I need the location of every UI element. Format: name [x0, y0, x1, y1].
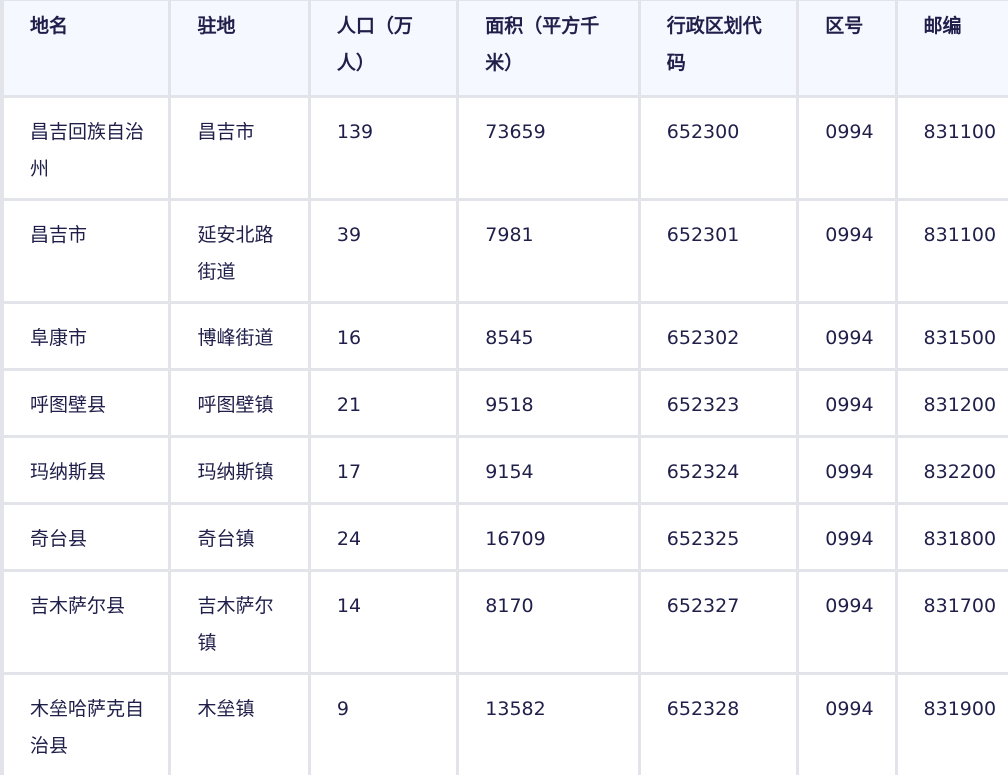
data-table: 地名 驻地 人口（万人） 面积（平方千米） 行政区划代码 区号 邮编 昌吉回族自… [1, 0, 1008, 775]
cell-area-code: 0994 [799, 304, 895, 368]
cell-place-name: 玛纳斯县 [4, 438, 169, 502]
cell-place-name: 昌吉回族自治州 [4, 98, 169, 198]
table-row: 阜康市 博峰街道 16 8545 652302 0994 831500 [4, 304, 1008, 368]
cell-division-code: 652301 [640, 201, 797, 301]
header-population: 人口（万人） [310, 1, 457, 95]
table-row: 木垒哈萨克自治县 木垒镇 9 13582 652328 0994 831900 [4, 675, 1008, 775]
table-row: 玛纳斯县 玛纳斯镇 17 9154 652324 0994 832200 [4, 438, 1008, 502]
cell-place-name: 阜康市 [4, 304, 169, 368]
cell-population: 139 [310, 98, 457, 198]
cell-area: 9154 [459, 438, 638, 502]
header-division-code: 行政区划代码 [640, 1, 797, 95]
cell-area-code: 0994 [799, 98, 895, 198]
cell-division-code: 652328 [640, 675, 797, 775]
cell-postcode: 832200 [897, 438, 1008, 502]
cell-postcode: 831700 [897, 572, 1008, 672]
cell-population: 17 [310, 438, 457, 502]
cell-division-code: 652325 [640, 505, 797, 569]
cell-seat: 博峰街道 [171, 304, 308, 368]
header-row: 地名 驻地 人口（万人） 面积（平方千米） 行政区划代码 区号 邮编 [4, 1, 1008, 95]
cell-place-name: 奇台县 [4, 505, 169, 569]
cell-area: 16709 [459, 505, 638, 569]
cell-population: 16 [310, 304, 457, 368]
cell-area: 7981 [459, 201, 638, 301]
cell-place-name: 吉木萨尔县 [4, 572, 169, 672]
table-row: 昌吉市 延安北路街道 39 7981 652301 0994 831100 [4, 201, 1008, 301]
cell-area-code: 0994 [799, 505, 895, 569]
table-row: 昌吉回族自治州 昌吉市 139 73659 652300 0994 831100 [4, 98, 1008, 198]
cell-postcode: 831100 [897, 201, 1008, 301]
cell-division-code: 652302 [640, 304, 797, 368]
cell-area-code: 0994 [799, 675, 895, 775]
table-header: 地名 驻地 人口（万人） 面积（平方千米） 行政区划代码 区号 邮编 [4, 1, 1008, 95]
cell-seat: 呼图壁镇 [171, 371, 308, 435]
cell-division-code: 652300 [640, 98, 797, 198]
cell-population: 9 [310, 675, 457, 775]
cell-seat: 玛纳斯镇 [171, 438, 308, 502]
cell-seat: 奇台镇 [171, 505, 308, 569]
table-row: 吉木萨尔县 吉木萨尔镇 14 8170 652327 0994 831700 [4, 572, 1008, 672]
cell-seat: 延安北路街道 [171, 201, 308, 301]
cell-population: 21 [310, 371, 457, 435]
cell-area: 13582 [459, 675, 638, 775]
table-viewport: 地名 驻地 人口（万人） 面积（平方千米） 行政区划代码 区号 邮编 昌吉回族自… [0, 0, 1008, 775]
cell-place-name: 昌吉市 [4, 201, 169, 301]
cell-seat: 木垒镇 [171, 675, 308, 775]
cell-population: 24 [310, 505, 457, 569]
cell-seat: 昌吉市 [171, 98, 308, 198]
table-row: 呼图壁县 呼图壁镇 21 9518 652323 0994 831200 [4, 371, 1008, 435]
cell-division-code: 652323 [640, 371, 797, 435]
header-area-code: 区号 [799, 1, 895, 95]
cell-postcode: 831800 [897, 505, 1008, 569]
cell-place-name: 木垒哈萨克自治县 [4, 675, 169, 775]
header-postcode: 邮编 [897, 1, 1008, 95]
table-body: 昌吉回族自治州 昌吉市 139 73659 652300 0994 831100… [4, 98, 1008, 775]
cell-postcode: 831200 [897, 371, 1008, 435]
cell-division-code: 652327 [640, 572, 797, 672]
table-row: 奇台县 奇台镇 24 16709 652325 0994 831800 [4, 505, 1008, 569]
cell-area: 8545 [459, 304, 638, 368]
cell-seat: 吉木萨尔镇 [171, 572, 308, 672]
cell-population: 14 [310, 572, 457, 672]
cell-place-name: 呼图壁县 [4, 371, 169, 435]
cell-postcode: 831500 [897, 304, 1008, 368]
header-seat: 驻地 [171, 1, 308, 95]
cell-postcode: 831100 [897, 98, 1008, 198]
header-area: 面积（平方千米） [459, 1, 638, 95]
cell-postcode: 831900 [897, 675, 1008, 775]
cell-area-code: 0994 [799, 572, 895, 672]
cell-population: 39 [310, 201, 457, 301]
cell-area: 73659 [459, 98, 638, 198]
cell-area-code: 0994 [799, 438, 895, 502]
cell-division-code: 652324 [640, 438, 797, 502]
cell-area-code: 0994 [799, 371, 895, 435]
header-place-name: 地名 [4, 1, 169, 95]
cell-area-code: 0994 [799, 201, 895, 301]
cell-area: 9518 [459, 371, 638, 435]
cell-area: 8170 [459, 572, 638, 672]
